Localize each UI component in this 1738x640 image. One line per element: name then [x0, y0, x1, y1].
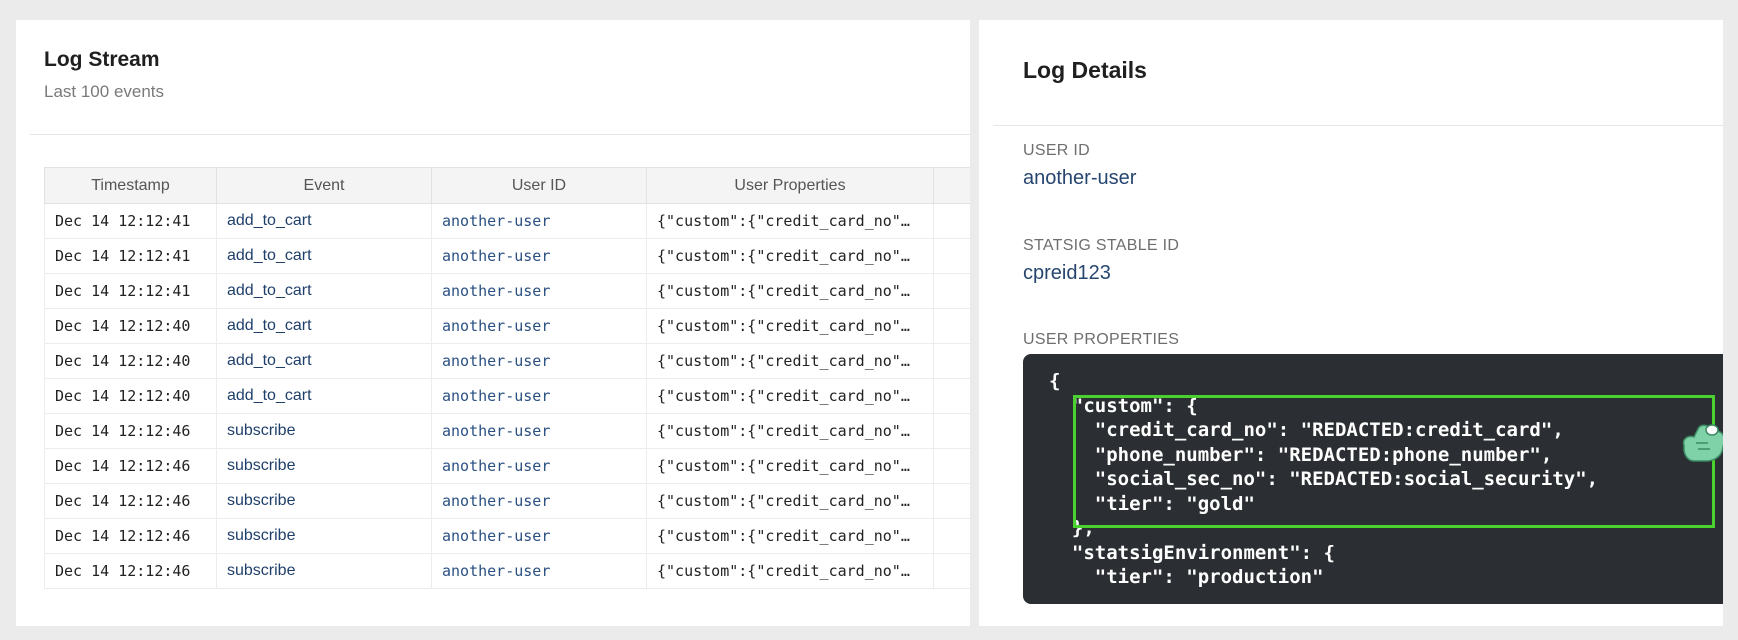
table-row[interactable]: Dec 14 12:12:40 add_to_cart another-user {"… [44, 378, 970, 414]
divider [30, 134, 970, 135]
divider [993, 125, 1723, 126]
table-row[interactable]: Dec 14 12:12:46 subscribe another-user {"cu… [44, 553, 970, 589]
user-id-cell: another-user [431, 308, 647, 344]
timestamp-cell: Dec 14 12:12:40 [44, 378, 217, 414]
user-properties-cell: {"custom":{"credit_card_no"… [646, 518, 934, 554]
user-id-cell: another-user [431, 553, 647, 589]
event-cell: add_to_cart [216, 378, 432, 414]
user-properties-code-block[interactable]: { "custom": { "credit_card_no": "REDACTE… [1023, 354, 1723, 604]
stable-id-value: cpreid123 [1023, 262, 1111, 284]
hand-cursor-icon [1682, 424, 1723, 462]
code-line: "statsigEnvironment": { [1049, 541, 1335, 564]
table-row[interactable]: Dec 14 12:12:41 add_to_cart another-user {"… [44, 203, 970, 239]
empty-cell [933, 553, 970, 589]
user-properties-cell: {"custom":{"credit_card_no"… [646, 378, 934, 414]
column-header-user-properties[interactable]: User Properties [646, 167, 934, 204]
event-cell: add_to_cart [216, 343, 432, 379]
table-row[interactable]: Dec 14 12:12:46 subscribe another-user {"cu… [44, 483, 970, 519]
log-stream-panel: Log Stream Last 100 events Timestamp Eve… [16, 20, 970, 626]
log-table: Timestamp Event User ID User Properties … [44, 167, 970, 589]
column-header-extra [933, 167, 970, 204]
event-cell: subscribe [216, 518, 432, 554]
stable-id-label: STATSIG STABLE ID [1023, 237, 1180, 254]
empty-cell [933, 378, 970, 414]
event-cell: add_to_cart [216, 203, 432, 239]
table-row[interactable]: Dec 14 12:12:41 add_to_cart another-user {"… [44, 238, 970, 274]
event-cell: add_to_cart [216, 308, 432, 344]
user-id-cell: another-user [431, 378, 647, 414]
user-properties-cell: {"custom":{"credit_card_no"… [646, 203, 934, 239]
log-details-title: Log Details [1023, 57, 1147, 83]
log-details-panel: Log Details USER ID another-user STATSIG… [979, 20, 1723, 626]
timestamp-cell: Dec 14 12:12:46 [44, 448, 217, 484]
highlight-box [1073, 395, 1715, 528]
empty-cell [933, 238, 970, 274]
empty-cell [933, 413, 970, 449]
table-row[interactable]: Dec 14 12:12:46 subscribe another-user {"cu… [44, 448, 970, 484]
user-id-cell: another-user [431, 483, 647, 519]
timestamp-cell: Dec 14 12:12:46 [44, 413, 217, 449]
user-id-cell: another-user [431, 273, 647, 309]
timestamp-cell: Dec 14 12:12:40 [44, 343, 217, 379]
user-id-cell: another-user [431, 518, 647, 554]
user-properties-cell: {"custom":{"credit_card_no"… [646, 413, 934, 449]
event-cell: subscribe [216, 553, 432, 589]
table-row[interactable]: Dec 14 12:12:40 add_to_cart another-user {"… [44, 308, 970, 344]
column-header-user-id[interactable]: User ID [431, 167, 647, 204]
user-id-value: another-user [1023, 167, 1137, 189]
event-cell: add_to_cart [216, 238, 432, 274]
code-line: { [1049, 370, 1061, 392]
user-id-cell: another-user [431, 413, 647, 449]
user-properties-cell: {"custom":{"credit_card_no"… [646, 483, 934, 519]
empty-cell [933, 203, 970, 239]
log-stream-subtitle: Last 100 events [44, 82, 165, 101]
user-id-label: USER ID [1023, 142, 1090, 159]
user-properties-cell: {"custom":{"credit_card_no"… [646, 308, 934, 344]
user-properties-cell: {"custom":{"credit_card_no"… [646, 273, 934, 309]
empty-cell [933, 343, 970, 379]
timestamp-cell: Dec 14 12:12:40 [44, 308, 217, 344]
table-header-row: Timestamp Event User ID User Properties [44, 167, 970, 204]
column-header-event[interactable]: Event [216, 167, 432, 204]
timestamp-cell: Dec 14 12:12:41 [44, 238, 217, 274]
table-row[interactable]: Dec 14 12:12:41 add_to_cart another-user {"… [44, 273, 970, 309]
user-properties-cell: {"custom":{"credit_card_no"… [646, 448, 934, 484]
empty-cell [933, 448, 970, 484]
timestamp-cell: Dec 14 12:12:46 [44, 483, 217, 519]
column-header-timestamp[interactable]: Timestamp [44, 167, 217, 204]
empty-cell [933, 483, 970, 519]
user-properties-cell: {"custom":{"credit_card_no"… [646, 238, 934, 274]
user-properties-cell: {"custom":{"credit_card_no"… [646, 553, 934, 589]
event-cell: subscribe [216, 483, 432, 519]
user-properties-cell: {"custom":{"credit_card_no"… [646, 343, 934, 379]
user-id-cell: another-user [431, 203, 647, 239]
timestamp-cell: Dec 14 12:12:46 [44, 518, 217, 554]
table-row[interactable]: Dec 14 12:12:46 subscribe another-user {"cu… [44, 518, 970, 554]
timestamp-cell: Dec 14 12:12:41 [44, 203, 217, 239]
table-row[interactable]: Dec 14 12:12:46 subscribe another-user {"cu… [44, 413, 970, 449]
code-line: "tier": "production" [1049, 566, 1324, 588]
table-row[interactable]: Dec 14 12:12:40 add_to_cart another-user {"… [44, 343, 970, 379]
empty-cell [933, 308, 970, 344]
log-stream-title: Log Stream [44, 48, 160, 71]
user-id-cell: another-user [431, 448, 647, 484]
user-id-cell: another-user [431, 343, 647, 379]
user-properties-label: USER PROPERTIES [1023, 331, 1180, 348]
empty-cell [933, 273, 970, 309]
timestamp-cell: Dec 14 12:12:41 [44, 273, 217, 309]
log-table-container[interactable]: Timestamp Event User ID User Properties … [44, 167, 970, 597]
event-cell: add_to_cart [216, 273, 432, 309]
event-cell: subscribe [216, 448, 432, 484]
user-id-cell: another-user [431, 238, 647, 274]
event-cell: subscribe [216, 413, 432, 449]
empty-cell [933, 518, 970, 554]
timestamp-cell: Dec 14 12:12:46 [44, 553, 217, 589]
